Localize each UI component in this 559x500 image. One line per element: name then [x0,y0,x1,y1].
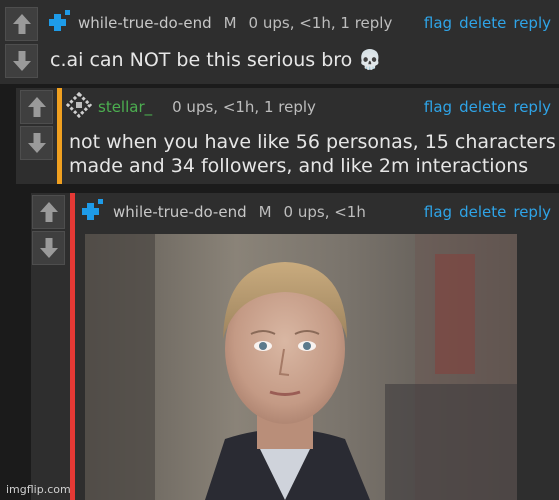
comment-actions: flag delete reply [417,203,551,221]
comment-meta: 0 ups, <1h, 1 reply [248,14,393,32]
arrow-down-icon [39,238,58,258]
upvote-button[interactable] [20,90,53,124]
flag-link[interactable]: flag [424,14,452,32]
upvote-button[interactable] [32,195,65,229]
user-avatar-icon[interactable] [66,92,92,118]
woman-portrait-image [85,234,517,500]
comment-header: while-true-do-end M 0 ups, <1h, 1 reply [78,14,392,32]
flag-link[interactable]: flag [424,98,452,116]
comment-actions: flag delete reply [417,14,551,32]
flag-link[interactable]: flag [424,203,452,221]
mod-badge: M [223,14,237,32]
comment-1: while-true-do-end M 0 ups, <1h, 1 reply fl… [0,0,559,84]
arrow-up-icon [12,14,31,34]
comment-text-line: not when you have like 56 personas, 15 c… [69,131,556,153]
comment-3: while-true-do-end M 0 ups, <1h flag delete r… [31,193,559,500]
delete-link[interactable]: delete [459,98,506,116]
username[interactable]: while-true-do-end [78,14,212,32]
comment-text-line: made and 34 followers, and like 2m inter… [69,155,529,177]
downvote-button[interactable] [20,126,53,160]
comment-meta: 0 ups, <1h, 1 reply [172,98,316,116]
username[interactable]: stellar_ [98,98,152,116]
arrow-down-icon [12,51,31,71]
accent-bar [70,193,75,500]
mod-badge: M [258,203,272,221]
comment-text: not when you have like 56 personas, 15 c… [69,130,556,178]
accent-bar [57,88,62,184]
downvote-button[interactable] [32,231,65,265]
comment-header: stellar_ 0 ups, <1h, 1 reply [98,98,316,116]
comment-header: while-true-do-end M 0 ups, <1h [113,203,366,221]
attached-image[interactable] [85,234,517,500]
reply-link[interactable]: reply [513,203,551,221]
arrow-down-icon [27,133,46,153]
reply-link[interactable]: reply [513,14,551,32]
comment-meta: 0 ups, <1h [283,203,366,221]
user-avatar-icon[interactable] [79,197,105,223]
reply-link[interactable]: reply [513,98,551,116]
arrow-up-icon [27,97,46,117]
watermark: imgflip.com [6,483,71,496]
upvote-button[interactable] [5,7,38,41]
arrow-up-icon [39,202,58,222]
comment-actions: flag delete reply [417,98,551,116]
comment-text: c.ai can NOT be this serious bro 💀 [50,49,382,71]
delete-link[interactable]: delete [459,14,506,32]
downvote-button[interactable] [5,44,38,78]
username[interactable]: while-true-do-end [113,203,247,221]
comment-2: stellar_ 0 ups, <1h, 1 reply flag delete re… [16,88,559,184]
delete-link[interactable]: delete [459,203,506,221]
user-avatar-icon[interactable] [46,8,72,34]
